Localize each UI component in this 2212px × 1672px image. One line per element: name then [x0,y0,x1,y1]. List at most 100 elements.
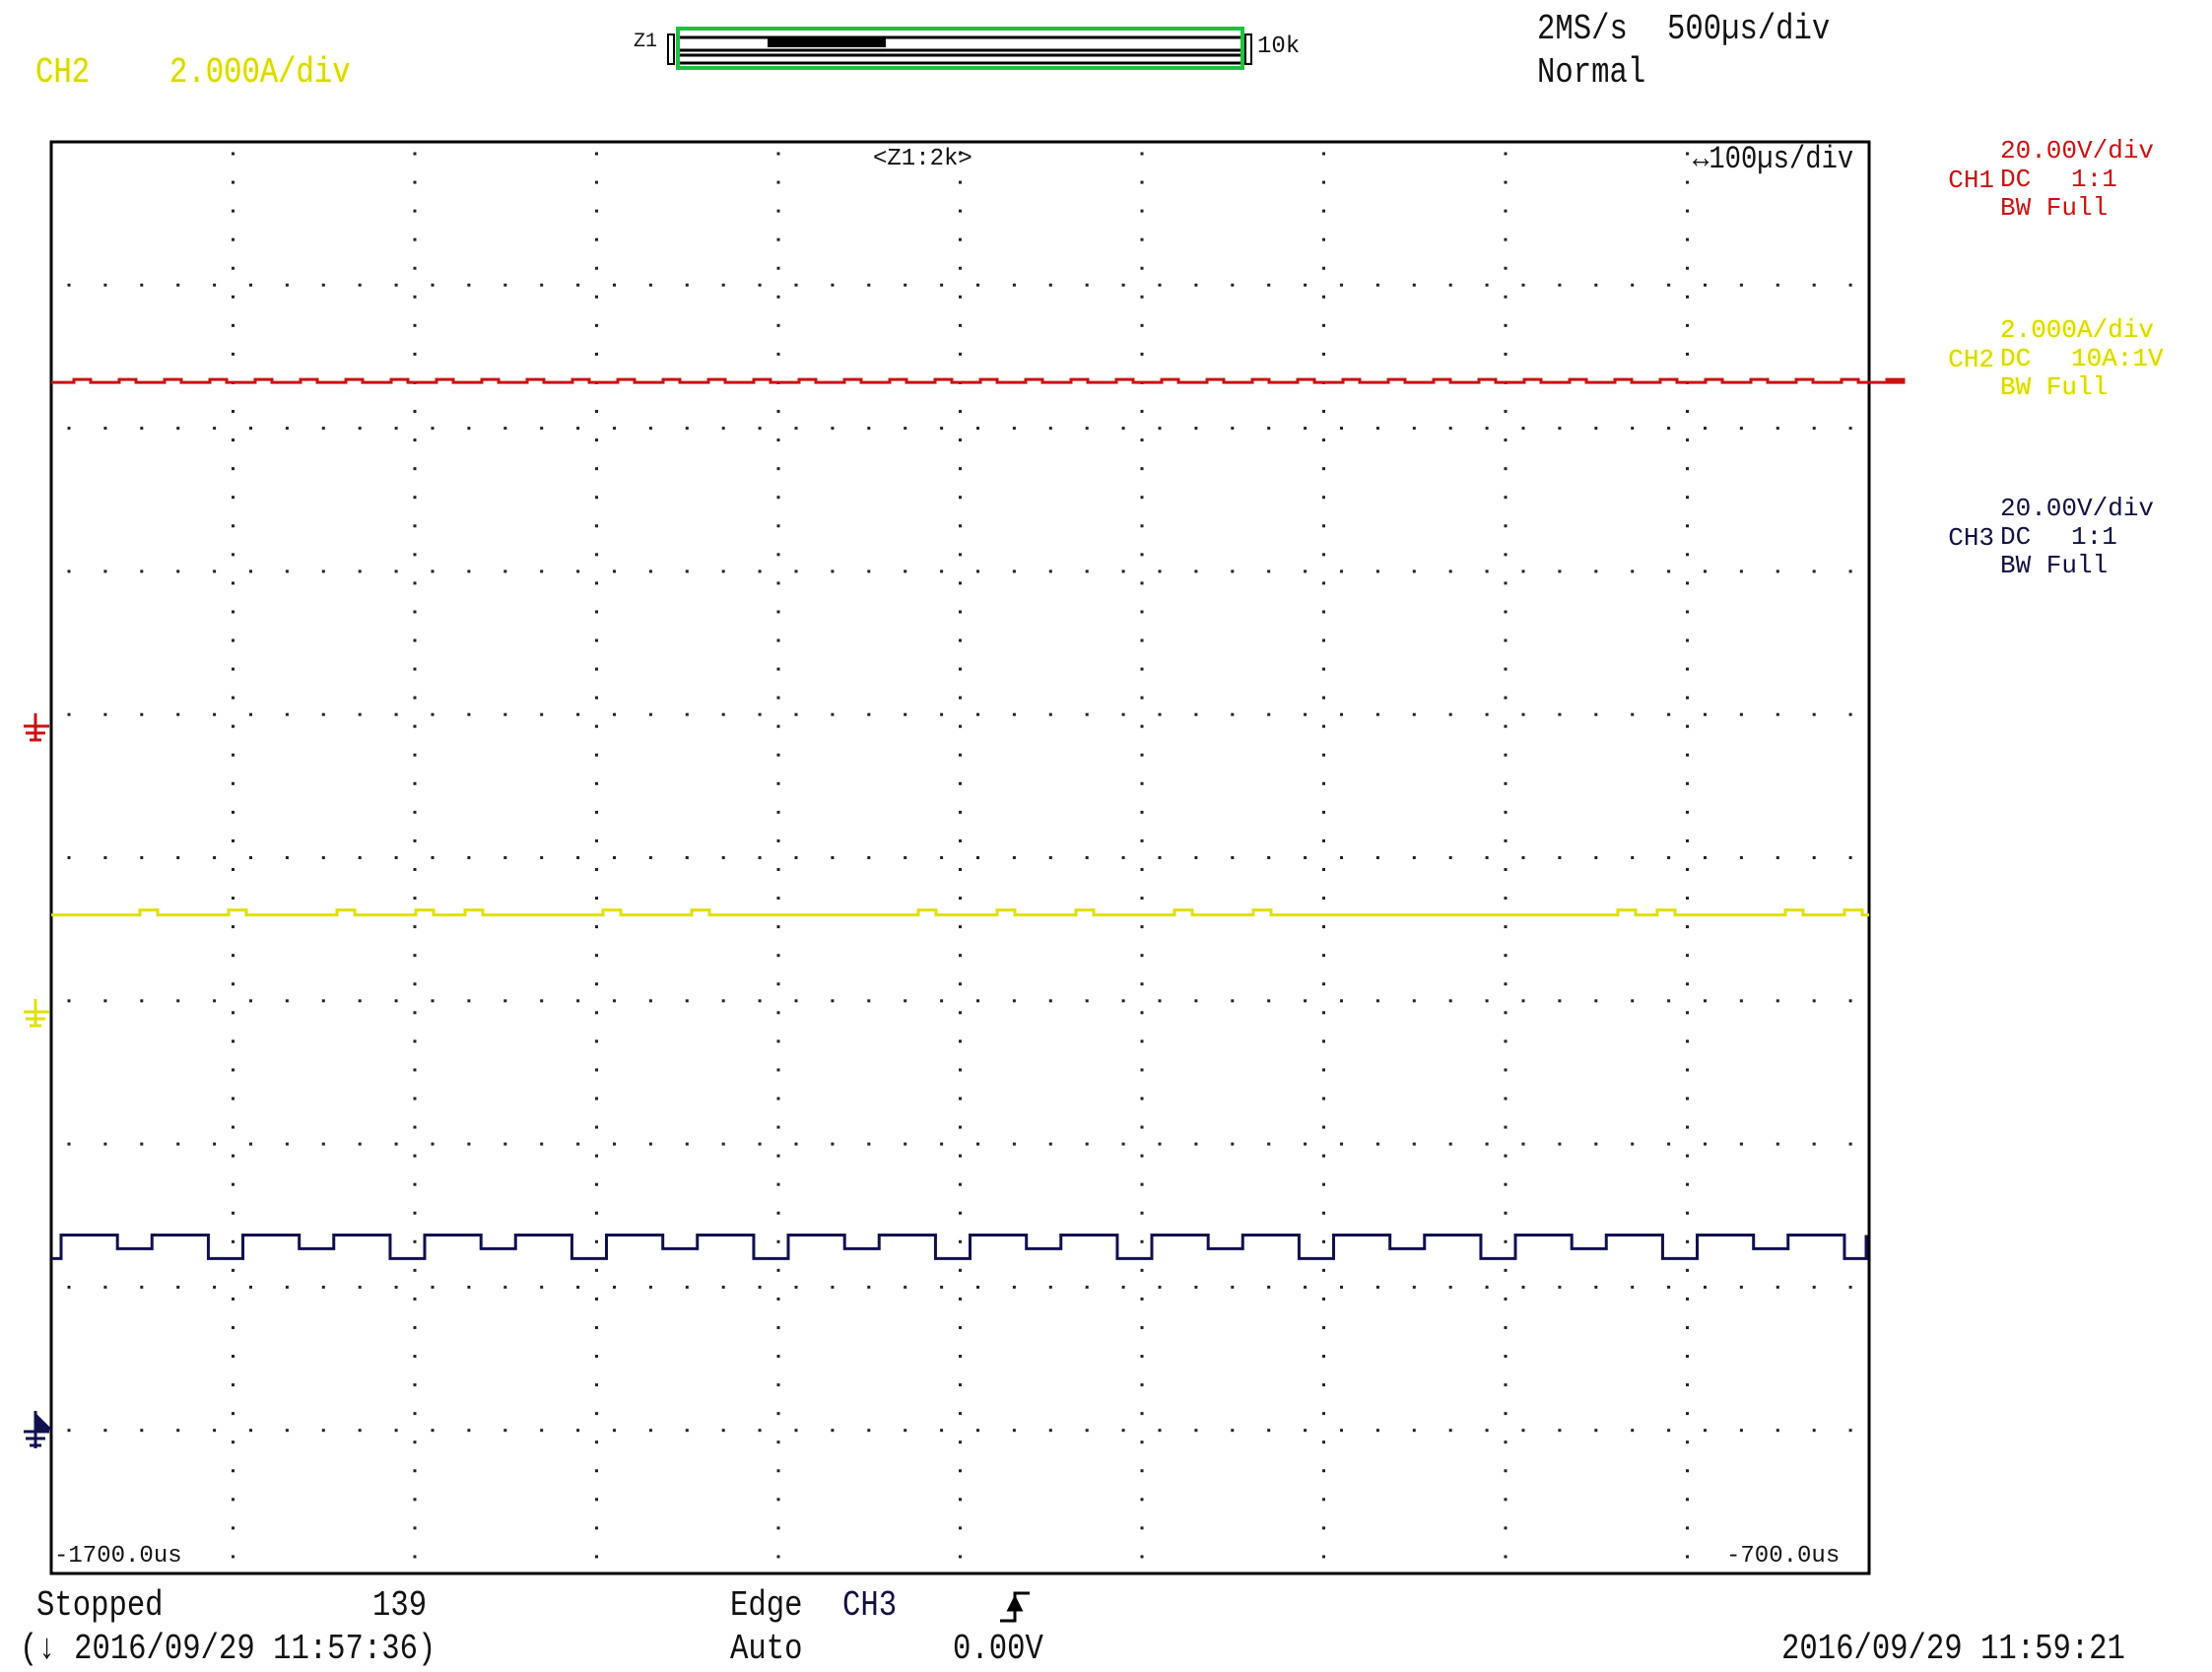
grid-dot [1558,1285,1562,1289]
grid-dot [721,569,725,573]
grid-dot [1085,569,1089,573]
sample-rate: 2MS/s [1537,9,1628,49]
grid-dot [831,1142,835,1146]
grid-dot [321,1285,325,1289]
grid-dot [776,209,780,213]
grid-dot [1304,427,1307,431]
ch3-ground-marker-icon[interactable] [24,1411,53,1448]
grid-dot [776,1325,780,1329]
grid-dot [1812,1285,1816,1289]
grid-dot [1448,999,1452,1003]
grid-dot [413,1097,417,1101]
grid-dot [595,610,598,614]
grid-dot [1012,1429,1016,1433]
grid-dot [431,1285,435,1289]
grid-dot [1322,438,1325,442]
grid-dot [1267,569,1271,573]
grid-dot [1140,410,1144,414]
grid-dot [595,553,598,557]
grid-dot [285,856,289,859]
grid-dot [959,1211,962,1215]
zoom-position-bar[interactable] [667,27,1252,70]
ch3-info[interactable]: CH3 20.00V/div DC 1:1 BW Full [1917,496,2154,667]
grid-dot [776,724,780,728]
grid-dot [959,925,962,929]
grid-dot [776,295,780,299]
grid-dot [1558,999,1562,1003]
grid-dot [595,209,598,213]
grid-dot [1140,323,1144,327]
active-channel-scale: 2.000A/div [169,52,351,93]
grid-dot [776,1412,780,1416]
grid-dot [1558,712,1562,716]
grid-dot [1686,667,1689,671]
grid-dot [540,999,544,1003]
grid-dot [249,856,252,859]
grid-dot [595,581,598,585]
grid-dot [595,323,598,327]
grid-dot [595,1097,598,1101]
grid-dot [1322,180,1325,184]
grid-dot [595,410,598,414]
grid-dot [1558,856,1562,859]
grid-dot [595,638,598,642]
ch1-info[interactable]: CH1 20.00V/div DC 1:1 BW Full [1917,138,2154,309]
grid-dot [213,1429,217,1433]
grid-dot [467,712,471,716]
grid-dot [67,569,71,573]
grid-dot [1521,1142,1525,1146]
grid-dot [904,1429,907,1433]
grid-dot [1140,1526,1144,1530]
grid-dot [685,1285,689,1289]
grid-dot [249,1142,252,1146]
grid-dot [721,1142,725,1146]
ch2-info[interactable]: CH2 2.000A/div DC 10A:1V BW Full [1917,317,2163,489]
grid-dot [776,897,780,901]
ch1-scale: 20.00V/div [2000,136,2155,166]
zoom-window-marker [768,37,886,47]
grid-dot [1340,999,1343,1003]
grid-dot [140,999,144,1003]
grid-dot [1504,1039,1508,1043]
grid-dot [394,712,398,716]
grid-dot [1504,352,1508,356]
grid-dot [776,323,780,327]
grid-dot [103,569,107,573]
grid-dot [413,781,417,785]
grid-dot [232,410,235,414]
grid-dot [1504,209,1508,213]
grid-dot [1704,1285,1707,1289]
grid-dot [776,982,780,986]
grid-dot [503,1429,507,1433]
grid-dot [232,954,235,958]
grid-dot [959,295,962,299]
grid-dot [1686,781,1689,785]
grid-dot [867,1429,871,1433]
grid-dot [1504,781,1508,785]
grid-dot [413,524,417,528]
grid-dot [1686,810,1689,814]
grid-dot [232,753,235,757]
grid-dot [595,1239,598,1243]
grid-dot [776,438,780,442]
grid-dot [959,1097,962,1101]
grid-dot [540,856,544,859]
grid-dot [776,152,780,156]
grid-dot [413,696,417,700]
time-end-label: -700.0us [1726,1543,1841,1570]
ch1-ground-marker-icon[interactable] [24,713,49,742]
zoom-timebase: ↔100µs/div [1693,141,1854,177]
grid-dot [1322,237,1325,241]
grid-dot [576,427,580,431]
grid-dot [413,925,417,929]
grid-dot [1739,712,1743,716]
grid-dot [1304,856,1307,859]
grid-dot [1686,209,1689,213]
grid-dot [1194,712,1198,716]
grid-dot [1504,638,1508,642]
grid-dot [1322,1526,1325,1530]
grid-dot [1504,1555,1508,1559]
grid-dot [1375,569,1379,573]
ch2-ground-marker-icon[interactable] [24,999,49,1028]
grid-dot [1140,982,1144,986]
